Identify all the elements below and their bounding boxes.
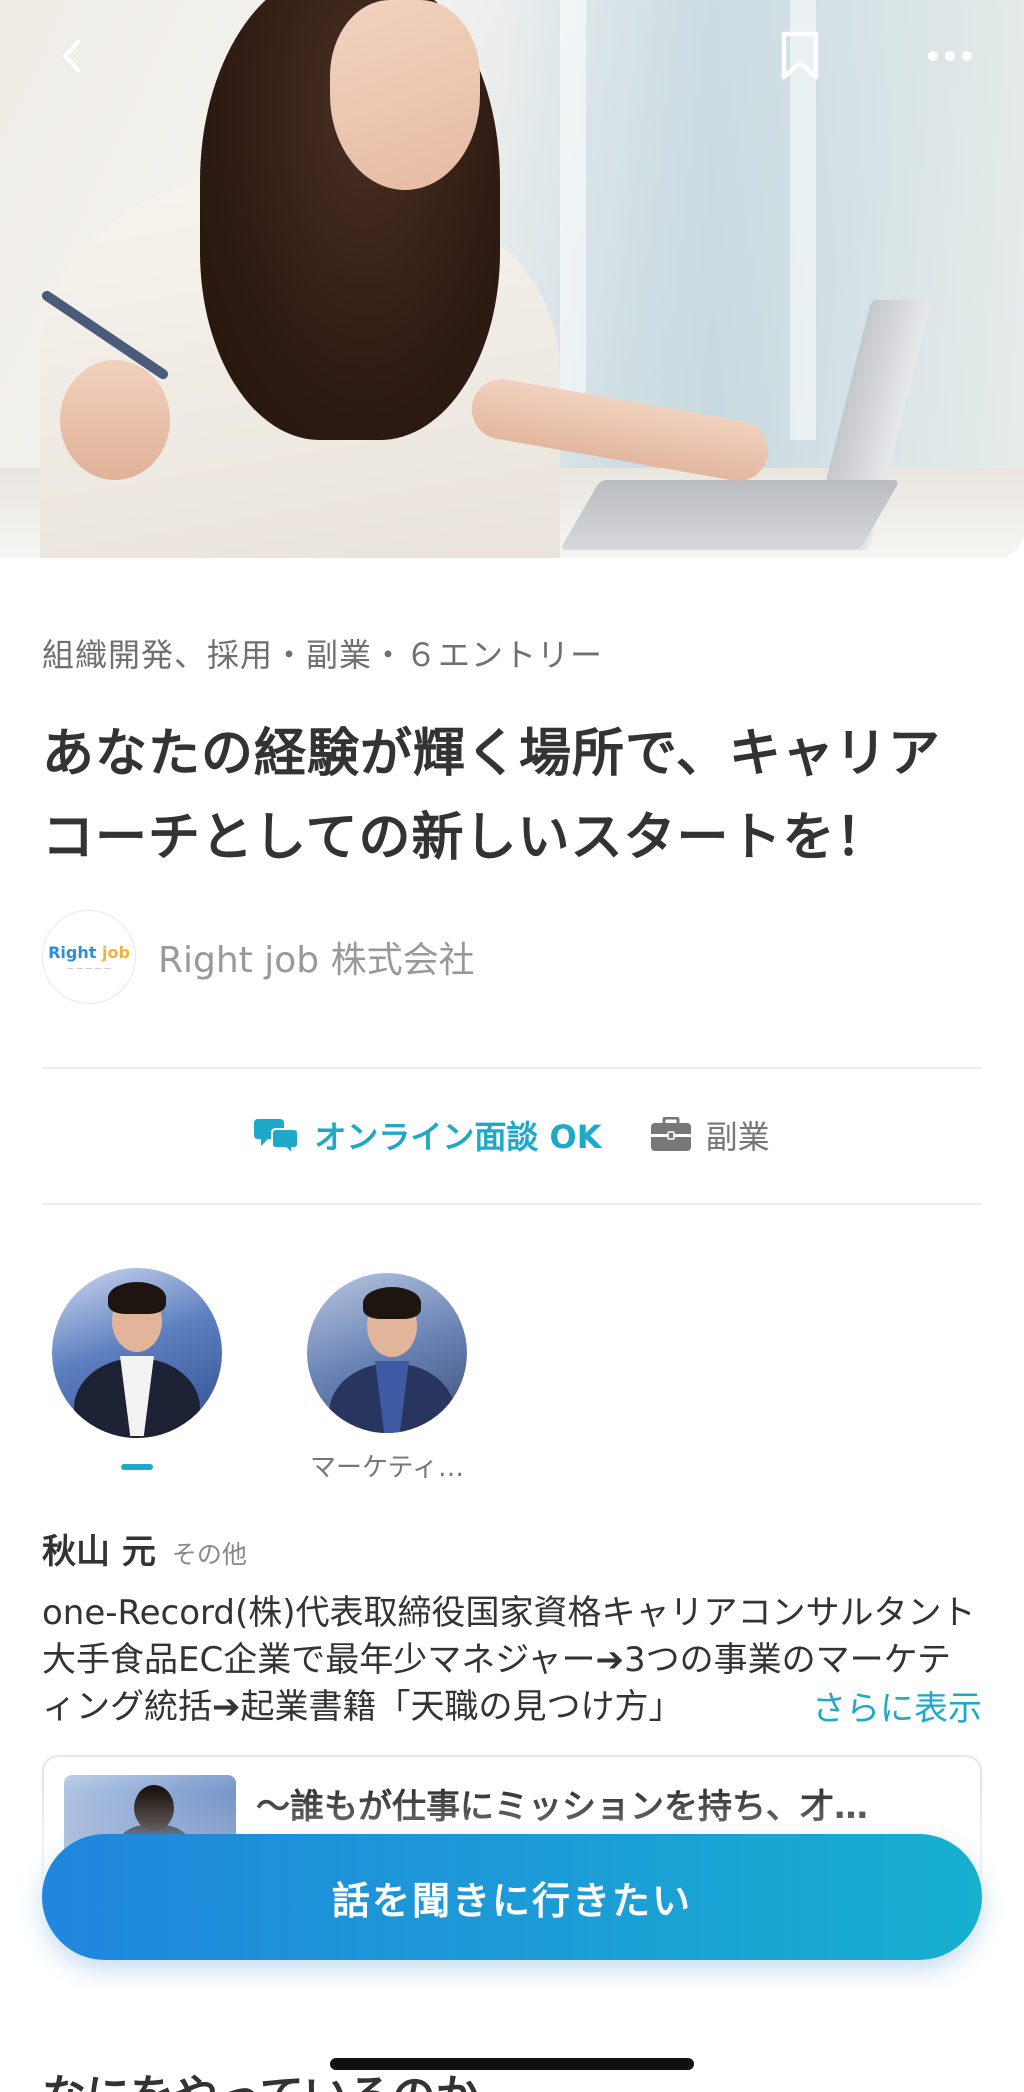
- company-name: Right job 株式会社: [158, 940, 475, 981]
- tags-row: オンライン面談 OK 副業: [0, 1100, 1024, 1170]
- person-header: 秋山 元 その他: [42, 1524, 247, 1573]
- home-indicator: [330, 2058, 694, 2070]
- tag-side-job-label: 副業: [705, 1118, 770, 1156]
- want-to-visit-button[interactable]: 話を聞きに行きたい: [42, 1834, 982, 1960]
- tag-online-label: オンライン面談 OK: [314, 1118, 602, 1156]
- show-more-link[interactable]: さらに表示: [770, 1686, 982, 1736]
- more-options-button[interactable]: [920, 26, 980, 86]
- page-title: あなたの経験が輝く場所で、キャリアコーチとしての新しいスタートを！: [42, 724, 941, 868]
- briefcase-icon: [650, 1117, 691, 1151]
- avatar: [307, 1273, 467, 1433]
- chat-bubbles-icon: [254, 1119, 300, 1155]
- hero-person-face: [330, 0, 480, 190]
- tag-online-interview: オンライン面談 OK: [254, 1112, 602, 1158]
- hero-image: [0, 0, 1024, 558]
- job-meta: 組織開発、採用・副業・６エントリー: [42, 636, 604, 674]
- hero-person-hand: [60, 360, 170, 480]
- person-name: 秋山 元: [42, 1532, 156, 1572]
- person-role: その他: [171, 1540, 247, 1569]
- more-horizontal-icon: [928, 51, 972, 61]
- member-tab-2[interactable]: マーケティ…: [302, 1268, 472, 1484]
- divider: [42, 1067, 982, 1069]
- member-tab-1[interactable]: [52, 1268, 222, 1470]
- avatar: [52, 1268, 222, 1438]
- chevron-left-icon: [62, 39, 81, 73]
- divider: [42, 1203, 982, 1205]
- company-logo: Right job — — — — —: [42, 910, 136, 1004]
- tag-side-job: 副業: [650, 1112, 770, 1158]
- company-link[interactable]: Right job — — — — — Right job 株式会社: [42, 910, 475, 1004]
- member-label: マーケティ…: [310, 1453, 464, 1483]
- selected-indicator: [121, 1464, 153, 1470]
- bookmark-icon: [781, 31, 819, 80]
- back-button[interactable]: [42, 26, 102, 86]
- bookmark-button[interactable]: [770, 26, 830, 86]
